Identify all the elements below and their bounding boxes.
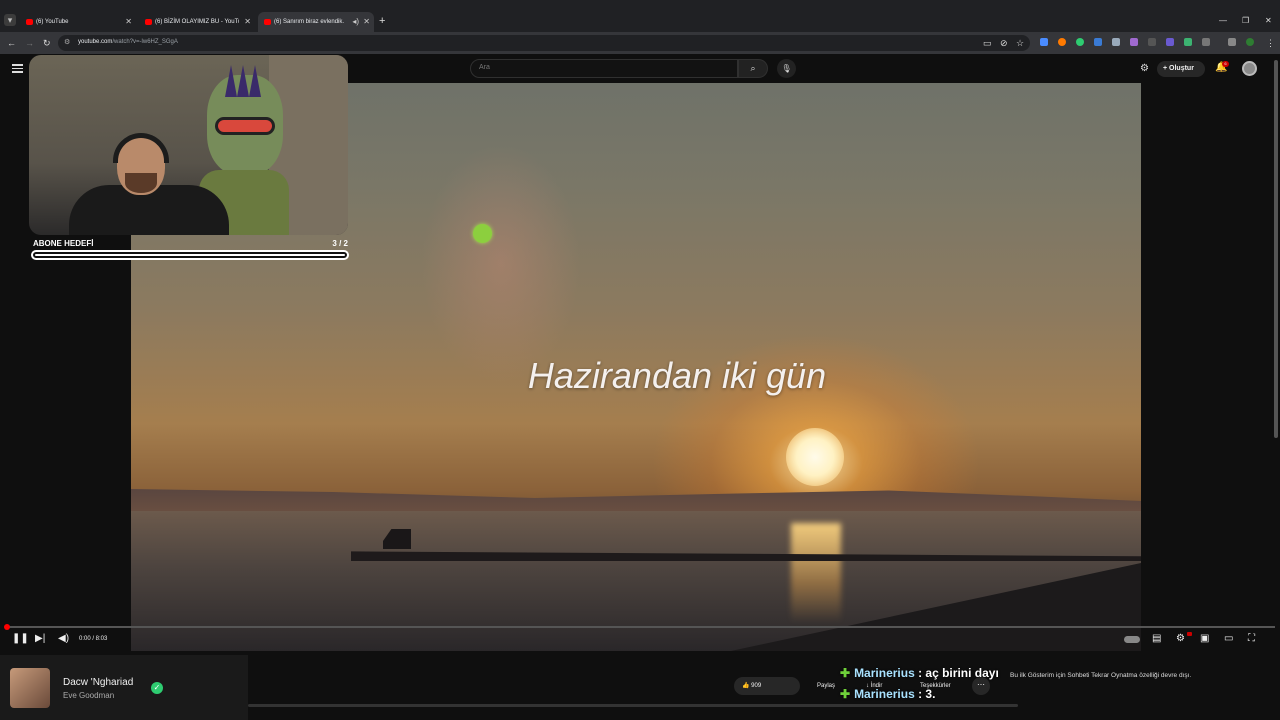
extension-icon[interactable] xyxy=(1130,38,1138,46)
url-text: youtube.com/watch?v=-lw6HZ_SGgA xyxy=(78,39,178,45)
close-tab-icon[interactable]: ✕ xyxy=(244,12,251,32)
extension-icon[interactable] xyxy=(1148,38,1156,46)
extension-icon[interactable] xyxy=(1058,38,1066,46)
next-icon[interactable]: ▶| xyxy=(35,634,45,644)
browser-tab[interactable]: (6) BİZİM OLAYIMIZ BU - YouTu ✕ xyxy=(139,12,255,32)
volume-icon[interactable]: ◀) xyxy=(58,634,69,644)
pause-icon[interactable]: ❚❚ xyxy=(12,634,29,644)
streamer-beard xyxy=(125,173,157,193)
theater-mode-icon[interactable]: ▭ xyxy=(1224,634,1233,644)
restore-icon[interactable]: ❐ xyxy=(1242,14,1249,28)
extensions-puzzle-icon[interactable] xyxy=(1202,38,1210,46)
chat-replay-notice: Bu ilk Gösterim için Sohbeti Tekrar Oyna… xyxy=(1010,672,1192,679)
check-icon: ✓ xyxy=(151,682,163,694)
browser-menu-icon[interactable]: ⋮ xyxy=(1266,37,1275,49)
like-button[interactable]: 👍 909 xyxy=(734,677,800,695)
webcam-overlay xyxy=(29,55,348,235)
create-button[interactable]: + Oluştur xyxy=(1157,61,1205,77)
forward-icon[interactable]: → xyxy=(25,37,34,49)
eye-off-icon[interactable]: ⊘ xyxy=(1000,37,1008,49)
subscriber-goal-count: 3 / 2 xyxy=(332,239,348,248)
close-window-icon[interactable]: ✕ xyxy=(1265,14,1272,28)
subscriber-goal-label: ABONE HEDEFİ xyxy=(33,239,94,248)
horizontal-scrollbar[interactable] xyxy=(248,704,1018,707)
speaker-icon[interactable]: ◂) xyxy=(352,12,359,32)
subscriber-goal-fill xyxy=(35,254,345,256)
minimize-icon[interactable]: — xyxy=(1219,14,1227,28)
browser-tab[interactable]: (6) YouTube ✕ xyxy=(20,12,136,32)
settings-icon[interactable]: ⚙ xyxy=(1140,63,1149,74)
share-button[interactable]: Paylaş xyxy=(817,677,835,695)
extension-icon[interactable] xyxy=(1094,38,1102,46)
extension-icon[interactable] xyxy=(1184,38,1192,46)
hamburger-menu-icon[interactable] xyxy=(12,64,23,73)
account-avatar[interactable] xyxy=(1242,61,1257,76)
site-info-icon[interactable]: ⚙ xyxy=(64,38,70,46)
profile-icon[interactable] xyxy=(1246,38,1254,46)
chat-message: ✚ Marinerius : 3. xyxy=(840,687,936,701)
extension-icon[interactable] xyxy=(1166,38,1174,46)
chat-message: ✚ Marinerius : aç birini dayı xyxy=(840,666,999,680)
bookmark-star-icon[interactable]: ☆ xyxy=(1016,37,1024,49)
progress-bar[interactable] xyxy=(5,626,1275,628)
cast-icon[interactable]: ▭ xyxy=(983,37,992,49)
close-tab-icon[interactable]: ✕ xyxy=(363,12,370,32)
browser-tab-bar: ▾ (6) YouTube ✕ (6) BİZİM OLAYIMIZ BU - … xyxy=(0,0,1280,32)
youtube-favicon-icon xyxy=(26,19,33,25)
browser-toolbar: ← → ↻ ⚙ youtube.com/watch?v=-lw6HZ_SGgA … xyxy=(0,32,1280,54)
vertical-scrollbar[interactable] xyxy=(1274,60,1278,438)
progress-scrubber[interactable] xyxy=(4,624,10,630)
cursor-highlight-dot xyxy=(473,224,492,243)
close-tab-icon[interactable]: ✕ xyxy=(125,12,132,32)
autoplay-toggle[interactable] xyxy=(1124,636,1140,643)
tab-groups-icon[interactable] xyxy=(1228,38,1236,46)
new-tab-icon[interactable]: + xyxy=(379,14,385,28)
headset xyxy=(113,133,169,163)
sparkle-icon: ✚ xyxy=(840,666,851,680)
subscriber-goal-bar xyxy=(31,250,349,260)
sun-reflection xyxy=(791,523,841,623)
miniplayer-icon[interactable]: ▣ xyxy=(1200,634,1209,644)
browser-tab-active[interactable]: (6) Sanırım biraz evlendik. ◂) ✕ xyxy=(258,12,374,32)
tab-search-menu[interactable]: ▾ xyxy=(4,14,16,26)
puppet-goggles xyxy=(215,117,275,135)
search-placeholder: Ara xyxy=(479,64,490,71)
extension-icon[interactable] xyxy=(1040,38,1048,46)
sun xyxy=(786,428,844,486)
extension-icon[interactable] xyxy=(1076,38,1084,46)
sparkle-icon: ✚ xyxy=(840,687,851,701)
back-icon[interactable]: ← xyxy=(7,37,16,49)
search-icon[interactable]: ⌕ xyxy=(738,59,768,78)
microphone-icon[interactable]: 🎙 xyxy=(777,59,796,78)
notification-count-badge: 6 xyxy=(1222,61,1229,67)
address-bar[interactable]: ⚙ youtube.com/watch?v=-lw6HZ_SGgA ▭ ⊘ ☆ xyxy=(58,35,1030,51)
song-title: Dacw 'Nghariad xyxy=(63,677,134,688)
tab-title: (6) YouTube xyxy=(36,19,69,25)
reload-icon[interactable]: ↻ xyxy=(43,37,51,49)
subtitles-icon[interactable]: ▤ xyxy=(1152,634,1161,644)
lens-flare xyxy=(421,143,581,383)
tab-title: (6) BİZİM OLAYIMIZ BU - YouTu xyxy=(155,19,239,25)
extension-icon[interactable] xyxy=(1112,38,1120,46)
search-input[interactable]: Ara xyxy=(470,59,738,78)
video-subtitle: Hazirandan iki gün xyxy=(527,355,827,396)
hd-badge xyxy=(1187,632,1192,636)
time-display: 0:00 / 8:03 xyxy=(79,636,108,642)
fullscreen-icon[interactable]: ⛶ xyxy=(1248,634,1255,644)
settings-gear-icon[interactable]: ⚙ xyxy=(1176,634,1185,644)
album-art xyxy=(10,668,50,708)
song-artist: Eve Goodman xyxy=(63,691,115,700)
tab-title: (6) Sanırım biraz evlendik. xyxy=(274,19,345,25)
youtube-favicon-icon xyxy=(145,19,152,25)
youtube-favicon-icon xyxy=(264,19,271,25)
